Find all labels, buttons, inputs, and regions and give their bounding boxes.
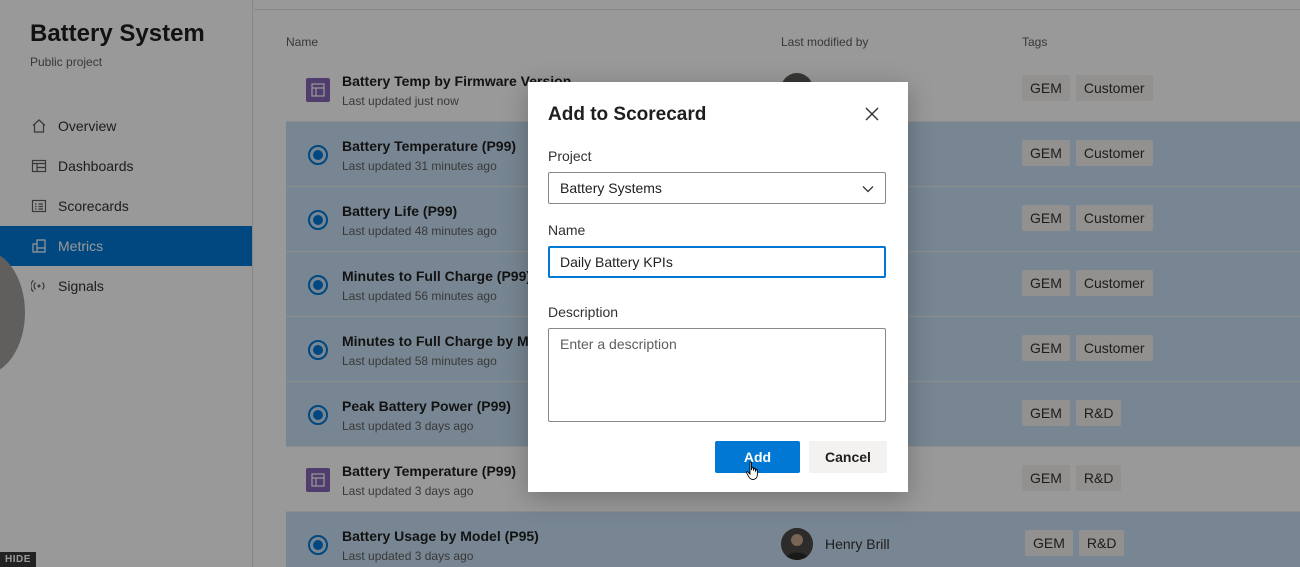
project-dropdown[interactable]: Battery Systems <box>548 172 886 204</box>
description-field[interactable] <box>548 328 886 422</box>
close-button[interactable] <box>862 104 882 124</box>
cancel-button[interactable]: Cancel <box>809 441 887 473</box>
dialog-title: Add to Scorecard <box>548 104 707 125</box>
name-field[interactable] <box>548 246 886 278</box>
add-to-scorecard-dialog: Add to Scorecard Project Battery Systems… <box>528 82 908 492</box>
name-label: Name <box>548 222 586 238</box>
description-label: Description <box>548 304 619 320</box>
chevron-down-icon <box>862 186 874 193</box>
project-label: Project <box>548 148 592 164</box>
hand-cursor-icon <box>746 461 758 480</box>
project-dropdown-value: Battery Systems <box>560 180 662 196</box>
close-icon <box>865 107 879 121</box>
